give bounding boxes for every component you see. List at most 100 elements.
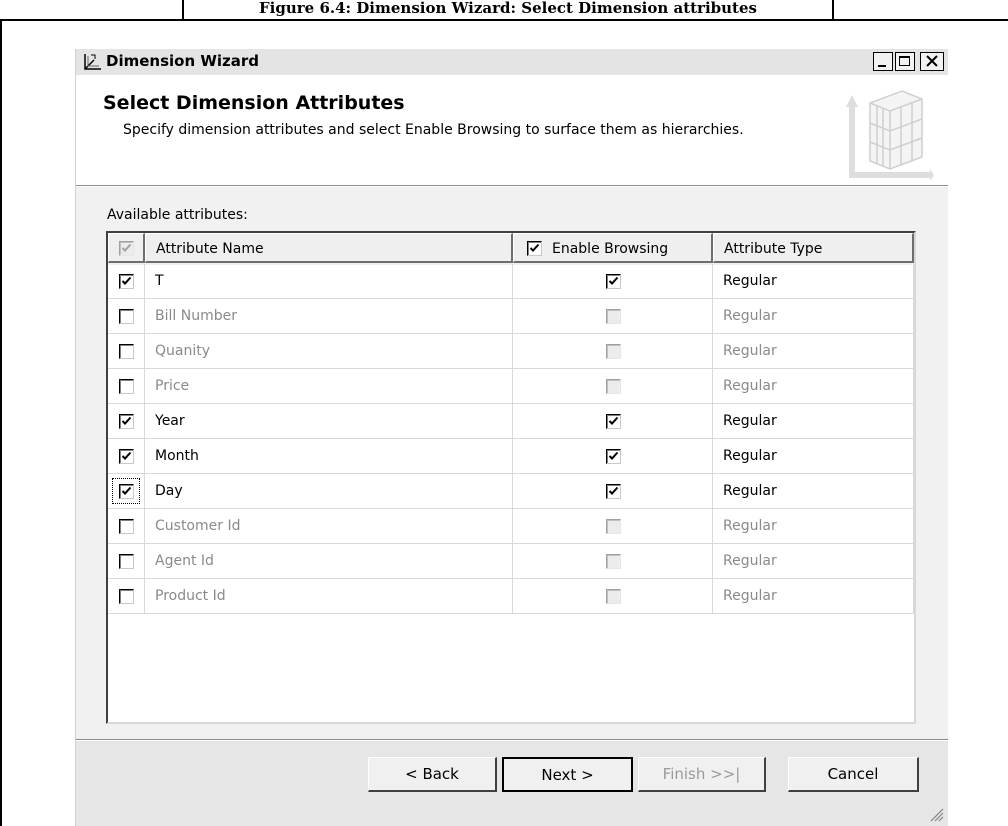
row-select-checkbox[interactable] xyxy=(119,344,134,359)
enable-browsing-header-label: Enable Browsing xyxy=(552,241,669,257)
enable-browsing-cell[interactable] xyxy=(513,544,713,579)
checkmark-icon xyxy=(121,486,132,495)
table-row[interactable]: Agent Id Regular xyxy=(108,544,914,579)
attribute-name-cell[interactable]: Agent Id xyxy=(145,544,513,579)
back-button[interactable]: < Back xyxy=(368,757,497,792)
row-select-checkbox[interactable] xyxy=(119,309,134,324)
select-all-checkbox[interactable] xyxy=(119,241,134,256)
resize-grip-icon[interactable] xyxy=(928,806,944,822)
dimension-wizard-window: Dimension Wizard Select Dimension Attrib… xyxy=(75,49,948,826)
grid-header: Attribute Name Enable Browsing Attribute… xyxy=(108,233,914,265)
row-select-checkbox[interactable] xyxy=(119,484,134,499)
enable-browsing-checkbox[interactable] xyxy=(606,589,621,604)
enable-browsing-cell[interactable] xyxy=(513,264,713,299)
attribute-type-cell[interactable]: Regular xyxy=(713,544,914,579)
attribute-name-cell[interactable]: Quanity xyxy=(145,334,513,369)
row-select-checkbox[interactable] xyxy=(119,519,134,534)
attribute-name-cell[interactable]: Product Id xyxy=(145,579,513,614)
attribute-type-cell[interactable]: Regular xyxy=(713,474,914,509)
enable-browsing-checkbox[interactable] xyxy=(606,344,621,359)
enable-browsing-cell[interactable] xyxy=(513,579,713,614)
minimize-icon xyxy=(878,65,886,67)
enable-browsing-all-checkbox[interactable] xyxy=(527,241,542,256)
checkmark-icon xyxy=(121,416,132,425)
enable-browsing-cell[interactable] xyxy=(513,509,713,544)
attribute-type-cell[interactable]: Regular xyxy=(713,369,914,404)
attribute-name-cell[interactable]: Customer Id xyxy=(145,509,513,544)
wizard-body: Available attributes: Attribute Name Ena… xyxy=(76,187,948,739)
row-select-checkbox[interactable] xyxy=(119,554,134,569)
table-row[interactable]: Quanity Regular xyxy=(108,334,914,369)
attribute-name-cell[interactable]: Day xyxy=(145,474,513,509)
dimension-wizard-icon xyxy=(84,54,101,70)
cancel-button[interactable]: Cancel xyxy=(788,757,919,792)
enable-browsing-cell[interactable] xyxy=(513,369,713,404)
column-header-attribute-name[interactable]: Attribute Name xyxy=(145,233,513,263)
checkmark-icon xyxy=(608,451,619,460)
row-select-cell[interactable] xyxy=(108,579,145,614)
table-row[interactable]: Month Regular xyxy=(108,439,914,474)
enable-browsing-checkbox[interactable] xyxy=(606,274,621,289)
row-select-cell[interactable] xyxy=(108,334,145,369)
table-row[interactable]: Bill Number Regular xyxy=(108,299,914,334)
enable-browsing-cell[interactable] xyxy=(513,299,713,334)
enable-browsing-cell[interactable] xyxy=(513,474,713,509)
attribute-type-cell[interactable]: Regular xyxy=(713,299,914,334)
attribute-name-cell[interactable]: Year xyxy=(145,404,513,439)
row-select-checkbox[interactable] xyxy=(119,414,134,429)
title-bar[interactable]: Dimension Wizard xyxy=(76,49,948,75)
select-all-header[interactable] xyxy=(108,233,145,263)
row-select-checkbox[interactable] xyxy=(119,274,134,289)
close-button[interactable] xyxy=(920,52,944,71)
row-select-cell[interactable] xyxy=(108,509,145,544)
row-select-checkbox[interactable] xyxy=(119,379,134,394)
enable-browsing-checkbox[interactable] xyxy=(606,484,621,499)
enable-browsing-checkbox[interactable] xyxy=(606,309,621,324)
attribute-type-cell[interactable]: Regular xyxy=(713,334,914,369)
row-select-cell[interactable] xyxy=(108,264,145,299)
table-row[interactable]: Product Id Regular xyxy=(108,579,914,614)
attribute-type-cell[interactable]: Regular xyxy=(713,439,914,474)
enable-browsing-checkbox[interactable] xyxy=(606,414,621,429)
column-header-enable-browsing[interactable]: Enable Browsing xyxy=(513,233,713,263)
wizard-header: Select Dimension Attributes Specify dime… xyxy=(76,75,948,185)
table-row[interactable]: Price Regular xyxy=(108,369,914,404)
figure-frame-left xyxy=(0,19,2,826)
attributes-grid[interactable]: Attribute Name Enable Browsing Attribute… xyxy=(106,231,916,724)
enable-browsing-checkbox[interactable] xyxy=(606,449,621,464)
row-select-checkbox[interactable] xyxy=(119,449,134,464)
attribute-name-cell[interactable]: Bill Number xyxy=(145,299,513,334)
row-select-cell[interactable] xyxy=(108,544,145,579)
attribute-type-cell[interactable]: Regular xyxy=(713,404,914,439)
enable-browsing-checkbox[interactable] xyxy=(606,379,621,394)
attribute-type-cell[interactable]: Regular xyxy=(713,264,914,299)
row-select-cell[interactable] xyxy=(108,299,145,334)
finish-button[interactable]: Finish >>| xyxy=(638,757,766,792)
enable-browsing-cell[interactable] xyxy=(513,404,713,439)
attribute-name-cell[interactable]: Price xyxy=(145,369,513,404)
enable-browsing-checkbox[interactable] xyxy=(606,519,621,534)
attribute-name-cell[interactable]: T xyxy=(145,264,513,299)
next-button[interactable]: Next > xyxy=(502,757,633,792)
row-select-cell[interactable] xyxy=(108,474,145,509)
checkmark-icon xyxy=(121,451,132,460)
table-row[interactable]: Customer Id Regular xyxy=(108,509,914,544)
available-attributes-label: Available attributes: xyxy=(107,207,248,223)
table-row[interactable]: T Regular xyxy=(108,264,914,299)
column-header-attribute-type[interactable]: Attribute Type xyxy=(713,233,914,263)
enable-browsing-cell[interactable] xyxy=(513,334,713,369)
table-row[interactable]: Year Regular xyxy=(108,404,914,439)
row-select-checkbox[interactable] xyxy=(119,589,134,604)
table-row[interactable]: Day Regular xyxy=(108,474,914,509)
minimize-button[interactable] xyxy=(873,52,893,71)
row-select-cell[interactable] xyxy=(108,404,145,439)
row-select-cell[interactable] xyxy=(108,369,145,404)
row-select-cell[interactable] xyxy=(108,439,145,474)
enable-browsing-checkbox[interactable] xyxy=(606,554,621,569)
maximize-button[interactable] xyxy=(895,52,915,71)
enable-browsing-cell[interactable] xyxy=(513,439,713,474)
attribute-type-cell[interactable]: Regular xyxy=(713,509,914,544)
attribute-name-cell[interactable]: Month xyxy=(145,439,513,474)
attribute-type-cell[interactable]: Regular xyxy=(713,579,914,614)
window-title: Dimension Wizard xyxy=(106,52,260,70)
